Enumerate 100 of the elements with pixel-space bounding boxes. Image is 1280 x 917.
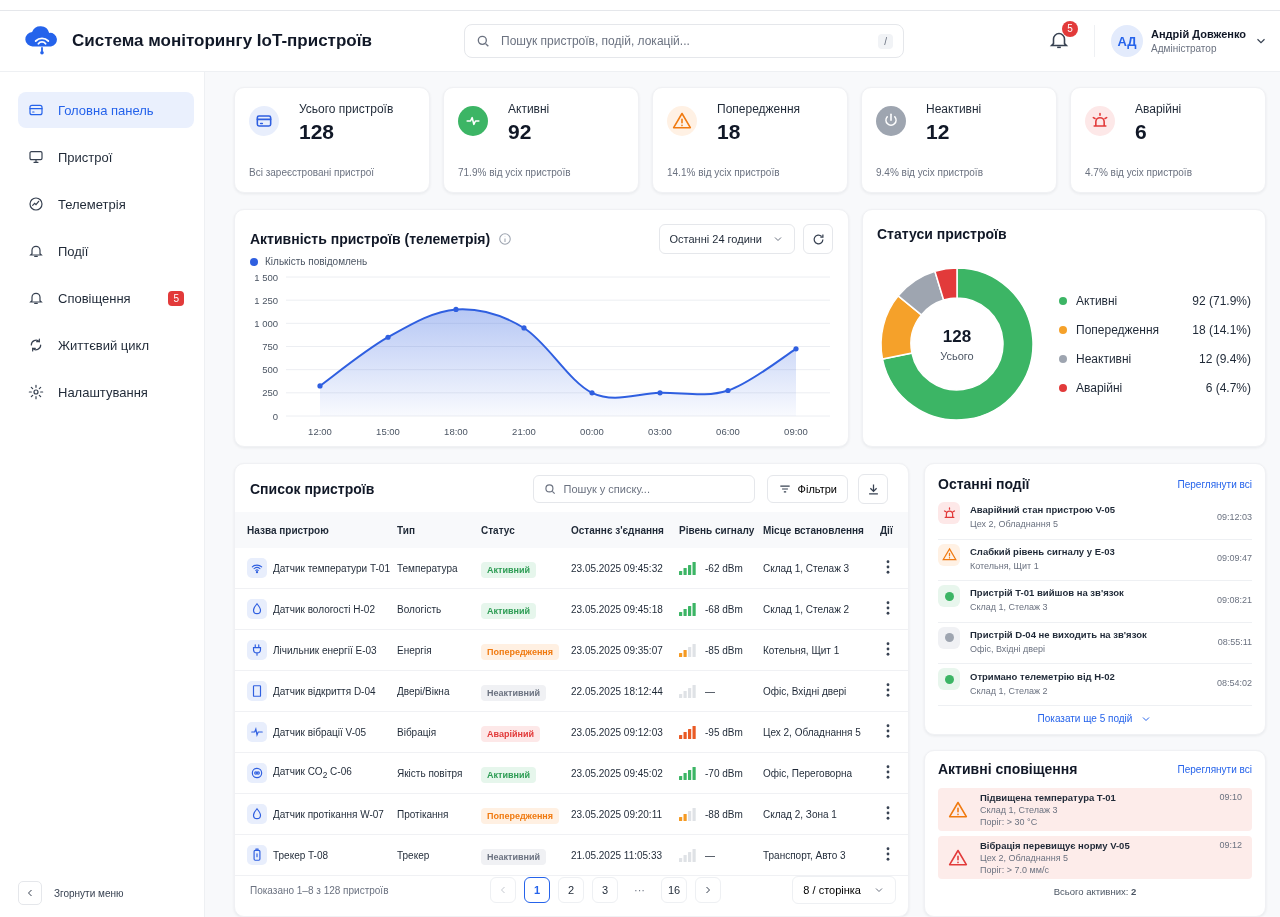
table-cell-text: 23.05.2025 09:35:07 [571,644,664,656]
data-point [589,390,595,396]
page-button[interactable]: 1 [524,877,550,903]
table-cell-text: 21.05.2025 11:05:33 [571,849,663,861]
event-location: Котельня, Щит 1 [970,560,1040,571]
filters-button[interactable]: Фільтри [766,475,848,503]
card-title: Список пристроїв [250,481,375,497]
column-header: Тип [397,524,416,536]
sidebar-item[interactable]: Пристрої [18,139,194,175]
signal-value: -62 dBm [705,562,743,574]
y-tick-label: 500 [262,364,278,376]
cloud-wifi-logo [24,26,60,56]
search-field[interactable]: Пошук пристроїв, подій, локацій... / [464,24,904,58]
signal-value: -95 dBm [705,726,743,738]
signal-bars-icon [679,684,697,698]
search-icon [475,33,491,49]
search-field[interactable]: Пошук у списку... [532,475,755,503]
data-point [521,325,527,331]
dashboard-icon [28,102,44,118]
x-tick-label: 18:00 [444,426,468,437]
signal-bars-icon [679,602,697,616]
show-more-button[interactable]: Показати ще 5 подій [1031,711,1159,726]
info-icon [498,232,513,246]
table-cell-text: Офіс, Вхідні двері [763,685,848,697]
range-dropdown[interactable]: Останні 24 години [658,224,795,254]
device-name: Датчик CO$_{2}$ C-06 [273,766,352,780]
user-avatar: АД [1111,25,1144,57]
event-time: 09:08:21 [1216,595,1252,605]
bell-icon [28,243,44,259]
signal-bars-icon [679,766,697,780]
stat-note: 14.1% від усіх пристроїв [667,167,781,178]
table-cell-text: Вологість [397,603,443,615]
y-tick-label: 1 000 [254,317,278,329]
event-location: Склад 1, Стелаж 3 [970,602,1049,613]
stat-note: 71.9% від усіх пристроїв [458,167,572,178]
signal-value: -85 dBm [705,644,743,656]
signal-value: -68 dBm [705,603,743,615]
table-cell-text: Вібрація [397,726,438,738]
event-title: Отримано телеметрію від H-02 [970,670,1116,682]
sidebar-item[interactable]: Події [18,233,194,269]
pagination-summary: Показано 1–8 з 128 пристроїв [250,884,390,896]
stat-note: 9.4% від усіх пристроїв [876,167,984,178]
download-button[interactable] [858,474,888,504]
status-badge: Активний [481,603,536,619]
event-location: Цех 2, Обладнання 5 [970,519,1060,530]
sidebar-item[interactable]: Головна панель [18,92,194,128]
table-cell-text: Енергія [397,644,433,656]
search-input[interactable]: Пошук пристроїв, подій, локацій... [499,33,871,49]
user-menu[interactable]: АД Андрій Довженко Адміністратор [1094,25,1268,57]
status-badge: Попередження [481,808,559,824]
page-button[interactable]: 3 [592,877,618,903]
alert-location: Склад 1, Стелаж 3 [980,805,1059,815]
event-title: Пристрій D-04 не виходить на зв'язок [970,629,1148,641]
table-cell-text: Склад 1, Стелаж 3 [763,562,851,574]
table-cell-text: Трекер [397,849,431,861]
legend-label: Активні [1076,293,1119,308]
event-title: Слабкий рівень сигналу у E-03 [970,545,1116,557]
view-all-link[interactable]: Переглянути всі [1177,763,1252,775]
total-label: Усього [940,349,974,362]
view-all-link[interactable]: Переглянути всі [1177,478,1252,490]
stat-note: 4.7% від усіх пристроїв [1085,167,1193,178]
warning-icon [948,847,968,868]
page-button[interactable]: 2 [558,877,584,903]
y-tick-label: 0 [272,410,278,422]
legend-dot [1059,296,1067,305]
page-button[interactable]: 16 [661,877,687,903]
event-location: Офіс, Вхідні двері [970,644,1046,655]
y-tick-label: 250 [262,387,278,399]
collapse-menu-button[interactable]: Згорнути меню [18,881,194,905]
event-title: Пристрій T-01 вийшов на зв'язок [970,587,1125,599]
sidebar-item[interactable]: Телеметрія [18,186,194,222]
sidebar-item[interactable]: Сповіщення 5 [18,280,194,316]
x-tick-label: 03:00 [648,426,672,437]
more-icon [886,641,890,656]
x-tick-label: 12:00 [308,426,332,437]
x-tick-label: 00:00 [580,426,604,437]
event-title: Аварійний стан пристрою V-05 [970,504,1116,516]
table-cell-text: Офіс, Переговорна [763,767,854,779]
device-name: Трекер T-08 [273,849,329,861]
count-badge: 5 [168,290,184,306]
user-role: Адміністратор [1151,43,1218,54]
sidebar-item[interactable]: Життєвий цикл [18,327,194,363]
device-name: Датчик вологості H-02 [273,603,375,615]
alert-title: Вібрація перевищує норму V-05 [980,840,1131,851]
alert-threshold: Поріг: > 7.0 мм/с [980,865,1050,875]
drop-icon [250,807,264,821]
table-cell-text: Склад 1, Стелаж 2 [763,603,851,615]
page-size-dropdown[interactable]: 8 / сторінка [792,876,896,904]
status-badge: Активний [481,562,536,578]
legend-label: Кількість повідомлень [265,256,368,267]
more-icon [886,682,890,697]
total-value: 128 [942,326,972,347]
refresh-button[interactable] [803,224,833,254]
column-header: Дії [880,524,894,536]
data-point [317,383,323,389]
user-name: Андрій Довженко [1151,28,1246,40]
sidebar-item[interactable]: Налаштування [18,374,194,410]
y-tick-label: 750 [262,341,278,352]
table-cell-text: Температура [397,562,459,574]
legend-value: 6 (4.7%) [1205,380,1251,395]
